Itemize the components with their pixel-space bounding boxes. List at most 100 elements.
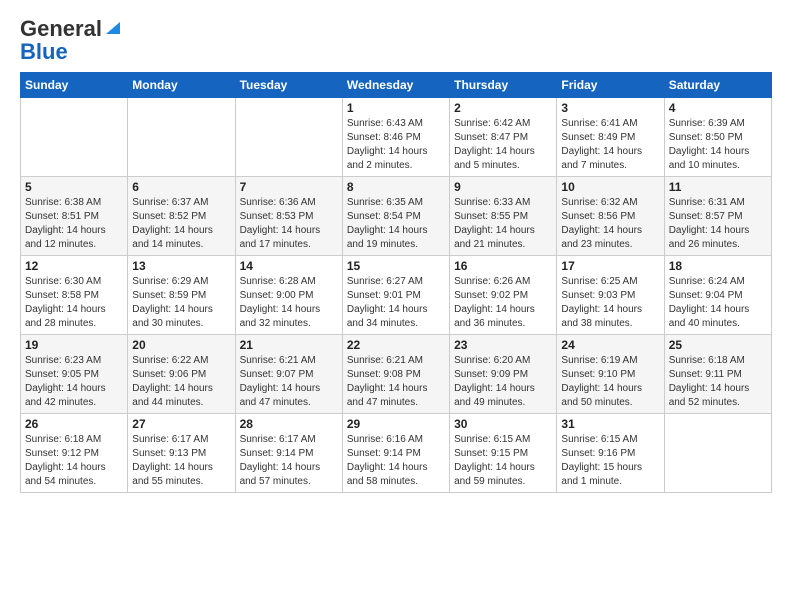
day-number: 20: [132, 338, 230, 352]
calendar-cell: 8Sunrise: 6:35 AMSunset: 8:54 PMDaylight…: [342, 176, 449, 255]
weekday-header-cell: Wednesday: [342, 72, 449, 97]
calendar-week-row: 19 Sunrise: 6:23 AMSunset: 9:05 PMDayligh…: [21, 334, 772, 413]
day-number: 15: [347, 259, 445, 273]
calendar-cell: 24 Sunrise: 6:19 AMSunset: 9:10 PMDayligh…: [557, 334, 664, 413]
day-info: Sunrise: 6:22 AMSunset: 9:06 PMDaylight:…: [132, 354, 230, 410]
calendar-cell: 26Sunrise: 6:18 AMSunset: 9:12 PMDayligh…: [21, 413, 128, 492]
calendar-cell: 19 Sunrise: 6:23 AMSunset: 9:05 PMDayligh…: [21, 334, 128, 413]
calendar-cell: 13 Sunrise: 6:29 AMSunset: 8:59 PMDayligh…: [128, 255, 235, 334]
calendar-cell: 22Sunrise: 6:21 AMSunset: 9:08 PMDayligh…: [342, 334, 449, 413]
day-number: 2: [454, 101, 552, 115]
day-number: 25: [669, 338, 767, 352]
calendar-week-row: 5Sunrise: 6:38 AMSunset: 8:51 PMDaylight…: [21, 176, 772, 255]
calendar-cell: 18 Sunrise: 6:24 AMSunset: 9:04 PMDayligh…: [664, 255, 771, 334]
day-number: 5: [25, 180, 123, 194]
calendar-cell: 3 Sunrise: 6:41 AMSunset: 8:49 PMDaylight…: [557, 97, 664, 176]
logo-blue: Blue: [20, 42, 68, 62]
calendar-cell: [235, 97, 342, 176]
page: General Blue SundayMondayTuesdayWednesda…: [0, 0, 792, 612]
day-info: Sunrise: 6:31 AMSunset: 8:57 PMDaylight:…: [669, 196, 767, 252]
logo-triangle-icon: [104, 18, 122, 36]
calendar-cell: 27Sunrise: 6:17 AMSunset: 9:13 PMDayligh…: [128, 413, 235, 492]
calendar-cell: 11 Sunrise: 6:31 AMSunset: 8:57 PMDayligh…: [664, 176, 771, 255]
day-info: Sunrise: 6:39 AMSunset: 8:50 PMDaylight:…: [669, 117, 767, 173]
day-number: 23: [454, 338, 552, 352]
day-number: 27: [132, 417, 230, 431]
day-info: Sunrise: 6:36 AMSunset: 8:53 PMDaylight:…: [240, 196, 338, 252]
day-info: Sunrise: 6:41 AMSunset: 8:49 PMDaylight:…: [561, 117, 659, 173]
calendar-cell: 16Sunrise: 6:26 AMSunset: 9:02 PMDayligh…: [450, 255, 557, 334]
day-number: 11: [669, 180, 767, 194]
day-info: Sunrise: 6:28 AMSunset: 9:00 PMDaylight:…: [240, 275, 338, 331]
day-info: Sunrise: 6:18 AMSunset: 9:11 PMDaylight:…: [669, 354, 767, 410]
calendar-week-row: 12Sunrise: 6:30 AMSunset: 8:58 PMDayligh…: [21, 255, 772, 334]
calendar-cell: 12Sunrise: 6:30 AMSunset: 8:58 PMDayligh…: [21, 255, 128, 334]
calendar-cell: 29 Sunrise: 6:16 AMSunset: 9:14 PMDayligh…: [342, 413, 449, 492]
day-info: Sunrise: 6:29 AMSunset: 8:59 PMDaylight:…: [132, 275, 230, 331]
calendar-week-row: 1Sunrise: 6:43 AMSunset: 8:46 PMDaylight…: [21, 97, 772, 176]
day-info: Sunrise: 6:19 AMSunset: 9:10 PMDaylight:…: [561, 354, 659, 410]
day-info: Sunrise: 6:15 AMSunset: 9:16 PMDaylight:…: [561, 433, 659, 489]
calendar-cell: 25 Sunrise: 6:18 AMSunset: 9:11 PMDayligh…: [664, 334, 771, 413]
weekday-header-cell: Tuesday: [235, 72, 342, 97]
day-info: Sunrise: 6:17 AMSunset: 9:14 PMDaylight:…: [240, 433, 338, 489]
day-number: 28: [240, 417, 338, 431]
calendar-cell: 4 Sunrise: 6:39 AMSunset: 8:50 PMDaylight…: [664, 97, 771, 176]
day-number: 13: [132, 259, 230, 273]
day-info: Sunrise: 6:21 AMSunset: 9:07 PMDaylight:…: [240, 354, 338, 410]
weekday-header-row: SundayMondayTuesdayWednesdayThursdayFrid…: [21, 72, 772, 97]
day-number: 4: [669, 101, 767, 115]
calendar-cell: 30 Sunrise: 6:15 AMSunset: 9:15 PMDayligh…: [450, 413, 557, 492]
header: General Blue: [20, 16, 772, 62]
day-info: Sunrise: 6:16 AMSunset: 9:14 PMDaylight:…: [347, 433, 445, 489]
day-number: 21: [240, 338, 338, 352]
day-info: Sunrise: 6:33 AMSunset: 8:55 PMDaylight:…: [454, 196, 552, 252]
day-number: 7: [240, 180, 338, 194]
calendar-cell: 9Sunrise: 6:33 AMSunset: 8:55 PMDaylight…: [450, 176, 557, 255]
calendar-cell: [664, 413, 771, 492]
day-number: 29: [347, 417, 445, 431]
calendar-cell: 2 Sunrise: 6:42 AMSunset: 8:47 PMDaylight…: [450, 97, 557, 176]
calendar-cell: [21, 97, 128, 176]
day-info: Sunrise: 6:27 AMSunset: 9:01 PMDaylight:…: [347, 275, 445, 331]
day-number: 6: [132, 180, 230, 194]
day-number: 3: [561, 101, 659, 115]
calendar-week-row: 26Sunrise: 6:18 AMSunset: 9:12 PMDayligh…: [21, 413, 772, 492]
weekday-header-cell: Thursday: [450, 72, 557, 97]
day-info: Sunrise: 6:24 AMSunset: 9:04 PMDaylight:…: [669, 275, 767, 331]
day-number: 17: [561, 259, 659, 273]
day-info: Sunrise: 6:25 AMSunset: 9:03 PMDaylight:…: [561, 275, 659, 331]
day-info: Sunrise: 6:23 AMSunset: 9:05 PMDaylight:…: [25, 354, 123, 410]
calendar-cell: 10Sunrise: 6:32 AMSunset: 8:56 PMDayligh…: [557, 176, 664, 255]
calendar-body: 1Sunrise: 6:43 AMSunset: 8:46 PMDaylight…: [21, 97, 772, 492]
calendar-cell: 1Sunrise: 6:43 AMSunset: 8:46 PMDaylight…: [342, 97, 449, 176]
day-number: 22: [347, 338, 445, 352]
day-info: Sunrise: 6:15 AMSunset: 9:15 PMDaylight:…: [454, 433, 552, 489]
day-info: Sunrise: 6:32 AMSunset: 8:56 PMDaylight:…: [561, 196, 659, 252]
logo: General Blue: [20, 16, 122, 62]
day-number: 14: [240, 259, 338, 273]
calendar-cell: 6 Sunrise: 6:37 AMSunset: 8:52 PMDaylight…: [128, 176, 235, 255]
day-number: 16: [454, 259, 552, 273]
calendar-cell: 20 Sunrise: 6:22 AMSunset: 9:06 PMDayligh…: [128, 334, 235, 413]
weekday-header-cell: Monday: [128, 72, 235, 97]
calendar-cell: 15 Sunrise: 6:27 AMSunset: 9:01 PMDayligh…: [342, 255, 449, 334]
calendar-cell: 17 Sunrise: 6:25 AMSunset: 9:03 PMDayligh…: [557, 255, 664, 334]
day-info: Sunrise: 6:42 AMSunset: 8:47 PMDaylight:…: [454, 117, 552, 173]
day-number: 19: [25, 338, 123, 352]
day-number: 18: [669, 259, 767, 273]
day-info: Sunrise: 6:20 AMSunset: 9:09 PMDaylight:…: [454, 354, 552, 410]
day-info: Sunrise: 6:37 AMSunset: 8:52 PMDaylight:…: [132, 196, 230, 252]
day-number: 30: [454, 417, 552, 431]
weekday-header-cell: Friday: [557, 72, 664, 97]
day-number: 24: [561, 338, 659, 352]
weekday-header-cell: Saturday: [664, 72, 771, 97]
calendar-cell: 28 Sunrise: 6:17 AMSunset: 9:14 PMDayligh…: [235, 413, 342, 492]
calendar-cell: 23 Sunrise: 6:20 AMSunset: 9:09 PMDayligh…: [450, 334, 557, 413]
day-info: Sunrise: 6:35 AMSunset: 8:54 PMDaylight:…: [347, 196, 445, 252]
calendar-cell: 7 Sunrise: 6:36 AMSunset: 8:53 PMDaylight…: [235, 176, 342, 255]
day-number: 1: [347, 101, 445, 115]
weekday-header-cell: Sunday: [21, 72, 128, 97]
day-number: 31: [561, 417, 659, 431]
calendar-cell: [128, 97, 235, 176]
